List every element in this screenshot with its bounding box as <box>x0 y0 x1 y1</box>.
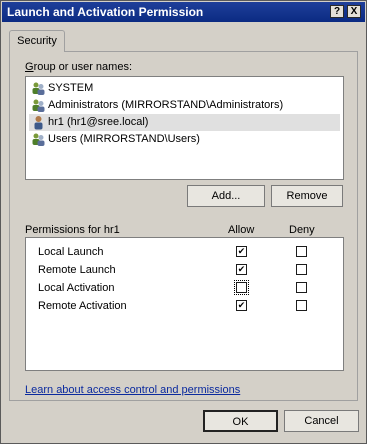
allow-checkbox[interactable]: ✔ <box>236 300 247 311</box>
list-item[interactable]: Users (MIRRORSTAND\Users) <box>29 131 340 148</box>
group-users-icon <box>32 82 45 95</box>
allow-checkbox[interactable] <box>234 280 249 295</box>
access-control-link[interactable]: Learn about access control and permissio… <box>25 384 240 396</box>
group-users-icon <box>32 99 45 112</box>
deny-checkbox[interactable] <box>296 264 307 275</box>
list-item[interactable]: SYSTEM <box>29 80 340 97</box>
group-users-icon <box>32 133 45 146</box>
permission-name: Remote Activation <box>38 300 127 312</box>
user-name: SYSTEM <box>48 82 94 94</box>
cancel-button[interactable]: Cancel <box>284 410 359 432</box>
close-button[interactable]: X <box>347 5 361 18</box>
title-bar: Launch and Activation Permission ? X <box>2 2 365 22</box>
permission-name: Local Launch <box>38 246 104 258</box>
list-item-selected[interactable]: hr1 (hr1@sree.local) <box>29 114 340 131</box>
user-list[interactable]: SYSTEM Administrators (MIRRORSTAND\Admin… <box>25 76 344 180</box>
ok-button[interactable]: OK <box>203 410 278 432</box>
deny-checkbox[interactable] <box>296 300 307 311</box>
list-item[interactable]: Administrators (MIRRORSTAND\Administrato… <box>29 97 340 114</box>
allow-checkbox[interactable]: ✔ <box>236 246 247 257</box>
permissions-list: Local Launch ✔ Remote Launch ✔ Local Act… <box>25 237 344 371</box>
user-name: Users (MIRRORSTAND\Users) <box>48 133 200 145</box>
permission-name: Remote Launch <box>38 264 116 276</box>
deny-checkbox[interactable] <box>296 246 307 257</box>
group-label-text: roup or user names: <box>33 61 132 73</box>
deny-checkbox[interactable] <box>296 282 307 293</box>
group-label: Group or user names: <box>25 61 132 73</box>
user-name: hr1 (hr1@sree.local) <box>48 116 149 128</box>
window-title: Launch and Activation Permission <box>7 5 204 19</box>
add-button[interactable]: Add... <box>187 185 265 207</box>
user-name: Administrators (MIRRORSTAND\Administrato… <box>48 99 284 111</box>
permissions-label: Permissions for hr1 <box>25 224 120 236</box>
permission-name: Local Activation <box>38 282 115 294</box>
allow-header: Allow <box>228 224 255 236</box>
tab-security[interactable]: Security <box>9 30 65 52</box>
single-user-icon <box>34 116 43 130</box>
permission-dialog: Launch and Activation Permission ? X Sec… <box>0 0 367 444</box>
deny-header: Deny <box>289 224 315 236</box>
help-button[interactable]: ? <box>330 5 344 18</box>
remove-button[interactable]: Remove <box>271 185 343 207</box>
allow-checkbox[interactable]: ✔ <box>236 264 247 275</box>
